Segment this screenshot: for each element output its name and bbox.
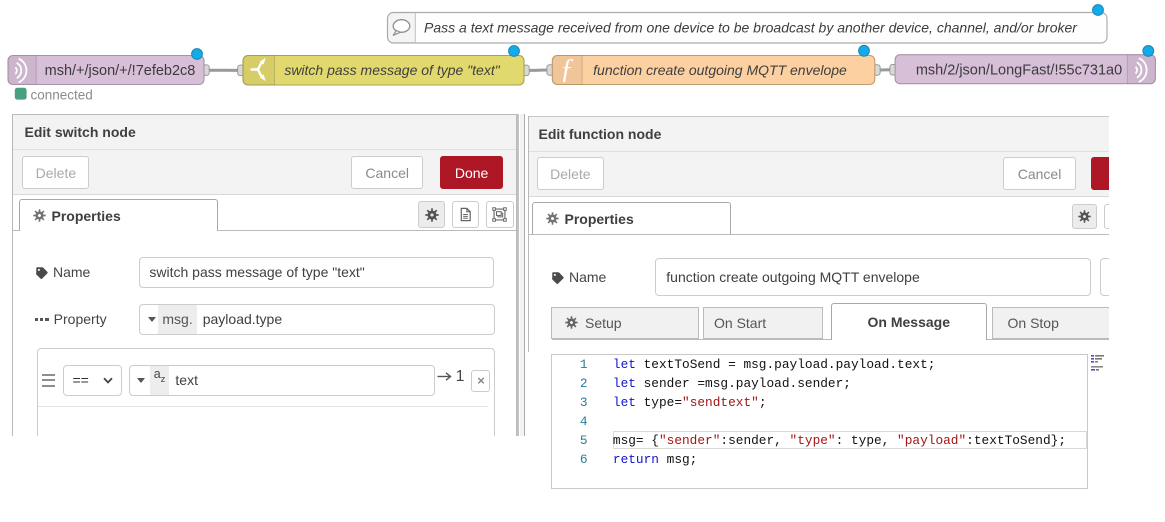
svg-text:ƒ: ƒ [560, 54, 574, 85]
svg-text:msh/+/json/+/!7efeb2c8: msh/+/json/+/!7efeb2c8 [45, 63, 196, 79]
svg-text:Pass a text message received f: Pass a text message received from one de… [424, 20, 1078, 36]
svg-text:function create outgoing MQTT: function create outgoing MQTT envelope [593, 62, 847, 78]
svg-text:switch pass message of type "t: switch pass message of type "text" [284, 62, 500, 78]
svg-text:connected: connected [31, 87, 93, 102]
svg-text:msh/2/json/LongFast/!55c731a0: msh/2/json/LongFast/!55c731a0 [916, 63, 1122, 79]
